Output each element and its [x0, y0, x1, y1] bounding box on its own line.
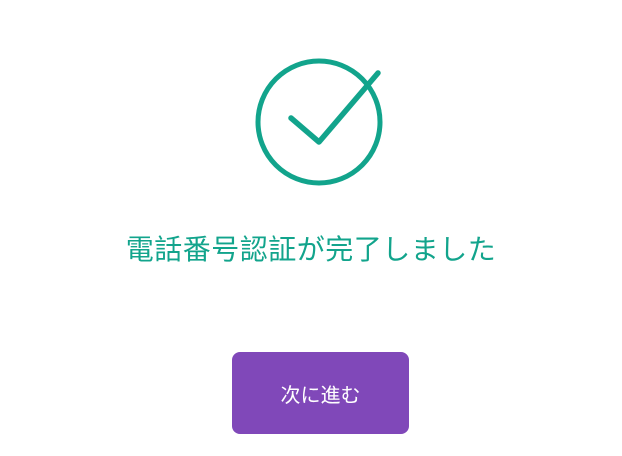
- check-circle-icon: [254, 57, 384, 187]
- completion-message: 電話番号認証が完了しました: [125, 233, 497, 266]
- verification-complete-screen: 電話番号認証が完了しました 次に進む: [0, 0, 622, 456]
- next-button[interactable]: 次に進む: [232, 352, 409, 434]
